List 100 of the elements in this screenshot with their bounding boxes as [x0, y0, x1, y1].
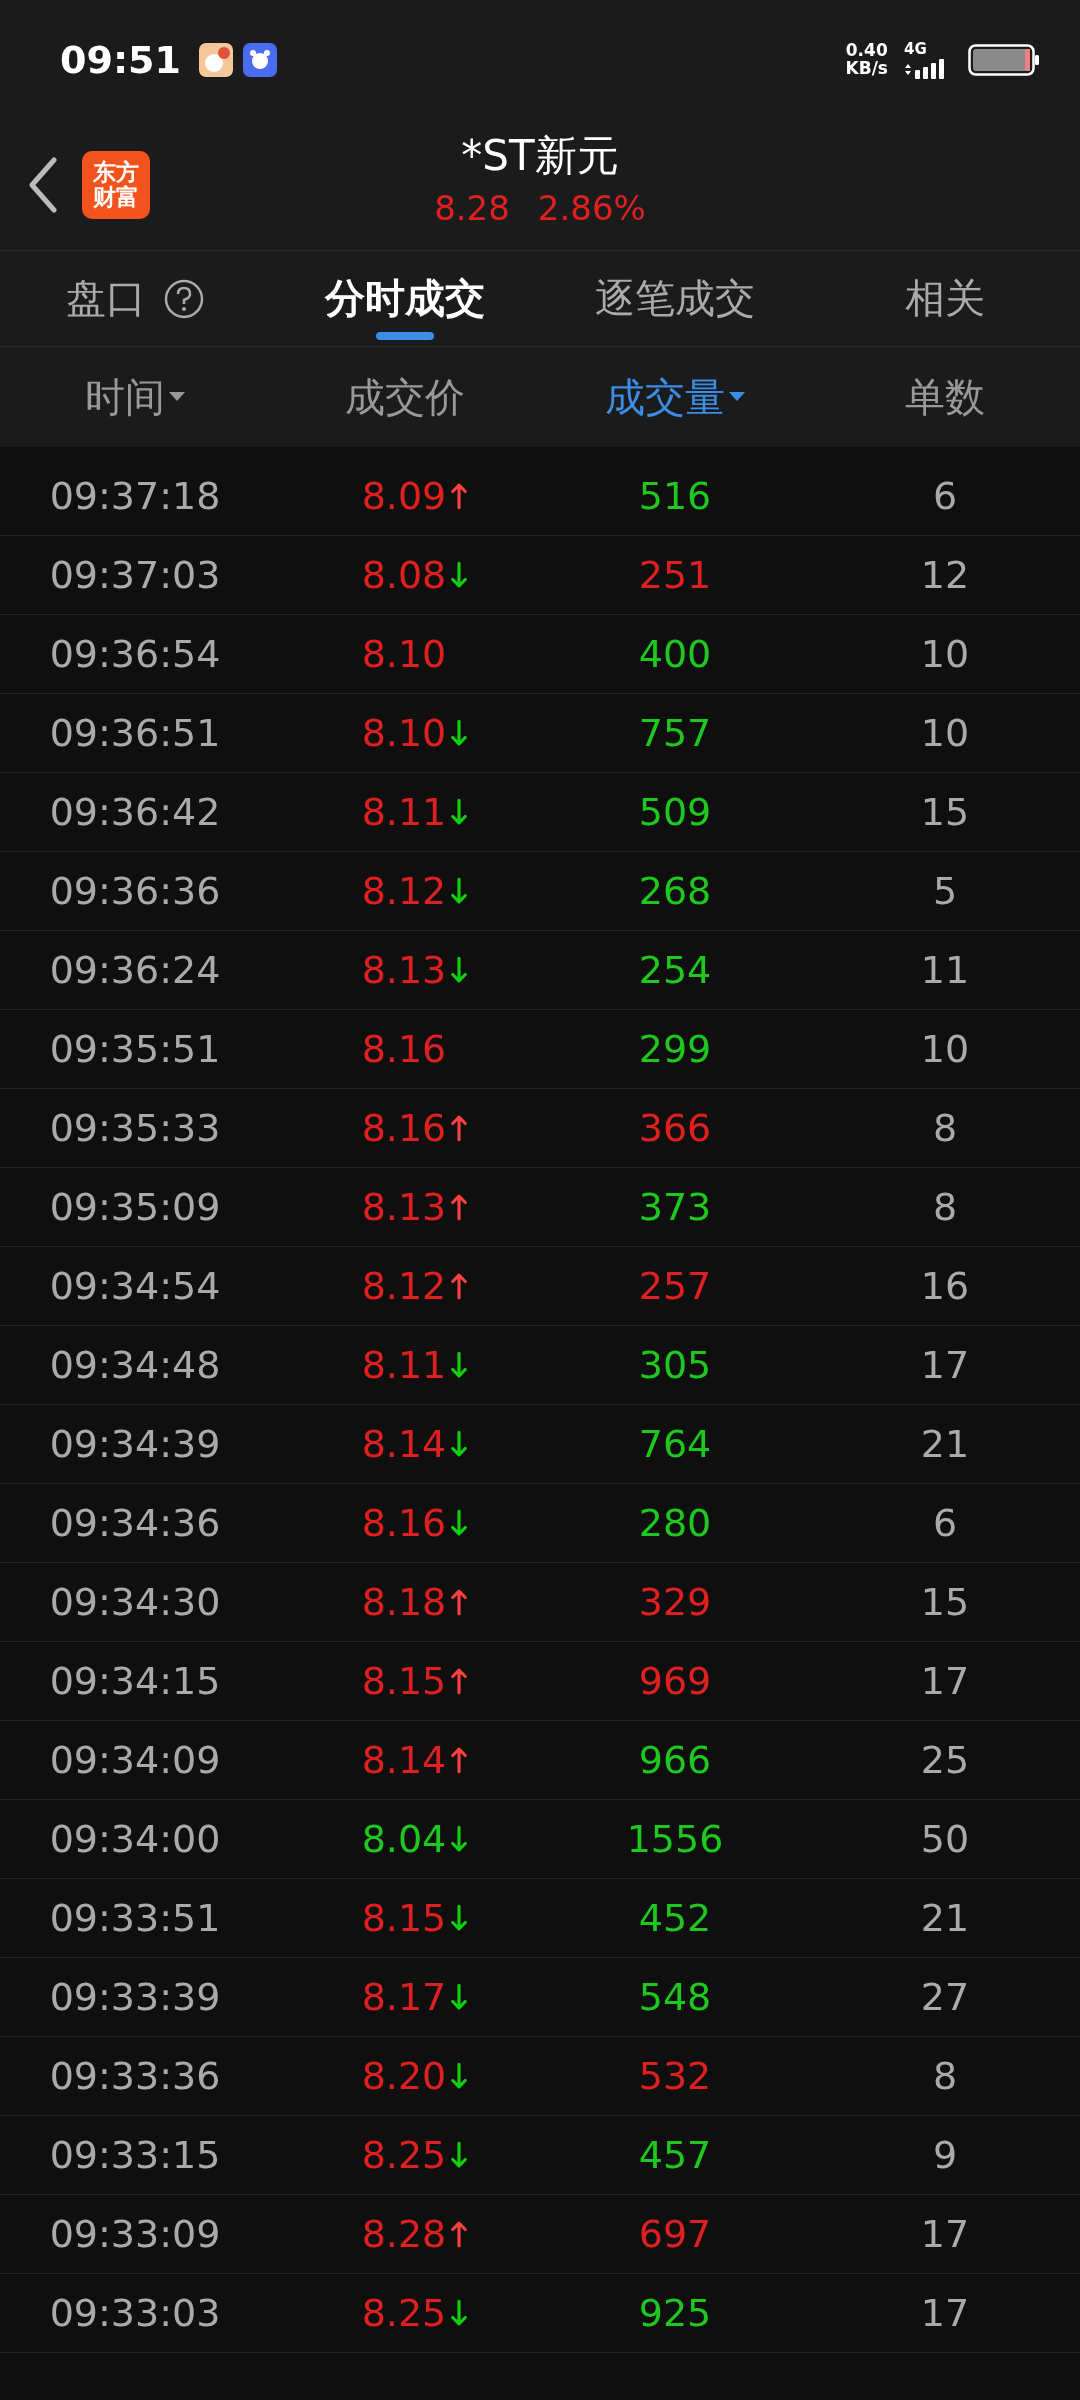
volume-cell: 966 — [638, 1738, 712, 1782]
count-cell: 15 — [920, 1580, 970, 1624]
volume-cell: 516 — [638, 474, 712, 518]
back-icon[interactable] — [28, 157, 58, 213]
count-cell: 15 — [920, 790, 970, 834]
volume-cell: 969 — [638, 1659, 712, 1703]
volume-cell: 548 — [638, 1975, 712, 2019]
stock-change: 2.86% — [537, 188, 646, 228]
time-cell: 09:34:54 — [49, 1264, 221, 1308]
price-cell: 8.16 — [361, 1106, 447, 1150]
price-cell: 8.10 — [361, 632, 447, 676]
count-cell: 9 — [932, 2133, 958, 2177]
volume-cell: 764 — [638, 1422, 712, 1466]
time-cell: 09:33:51 — [49, 1896, 221, 1940]
time-cell: 09:36:51 — [49, 711, 221, 755]
time-cell: 09:34:15 — [49, 1659, 221, 1703]
column-header[interactable]: 时间 — [85, 369, 165, 425]
network-type: 4G — [904, 40, 927, 58]
volume-cell: 1556 — [626, 1817, 724, 1861]
column-header[interactable]: 成交量 — [605, 369, 725, 425]
count-cell: 16 — [920, 1264, 970, 1308]
count-cell: 17 — [920, 1343, 970, 1387]
column-header[interactable]: 单数 — [905, 369, 985, 425]
help-icon[interactable] — [164, 278, 204, 319]
volume-cell: 373 — [638, 1185, 712, 1229]
volume-cell: 366 — [638, 1106, 712, 1150]
time-cell: 09:34:00 — [49, 1817, 221, 1861]
tab[interactable]: 逐笔成交 — [595, 271, 755, 326]
count-cell: 10 — [920, 632, 970, 676]
time-cell: 09:34:30 — [49, 1580, 221, 1624]
count-cell: 10 — [920, 711, 970, 755]
sort-caret-icon[interactable] — [169, 392, 185, 402]
price-cell: 8.20 — [361, 2054, 447, 2098]
time-cell: 09:34:39 — [49, 1422, 221, 1466]
count-cell: 17 — [920, 2212, 970, 2256]
volume-cell: 280 — [638, 1501, 712, 1545]
count-cell: 8 — [932, 2054, 958, 2098]
price-cell: 8.11 — [361, 790, 447, 834]
price-cell: 8.09 — [361, 474, 447, 518]
time-cell: 09:33:36 — [49, 2054, 221, 2098]
price-cell: 8.25 — [361, 2133, 447, 2177]
price-cell: 8.15 — [361, 1896, 447, 1940]
price-cell: 8.13 — [361, 948, 447, 992]
volume-cell: 305 — [638, 1343, 712, 1387]
price-cell: 8.25 — [361, 2291, 447, 2335]
time-cell: 09:35:51 — [49, 1027, 221, 1071]
count-cell: 11 — [920, 948, 970, 992]
volume-cell: 251 — [638, 553, 712, 597]
price-cell: 8.15 — [361, 1659, 447, 1703]
count-cell: 6 — [932, 1501, 958, 1545]
status-time: 09:51 — [60, 38, 181, 82]
count-cell: 50 — [920, 1817, 970, 1861]
volume-cell: 268 — [638, 869, 712, 913]
count-cell: 27 — [920, 1975, 970, 2019]
count-cell: 25 — [920, 1738, 970, 1782]
tab[interactable]: 盘口 — [66, 271, 146, 326]
price-cell: 8.13 — [361, 1185, 447, 1229]
volume-cell: 329 — [638, 1580, 712, 1624]
volume-cell: 457 — [638, 2133, 712, 2177]
volume-cell: 254 — [638, 948, 712, 992]
price-cell: 8.04 — [361, 1817, 447, 1861]
net-unit: KB/s — [845, 60, 888, 78]
time-cell: 09:34:48 — [49, 1343, 221, 1387]
sort-caret-icon[interactable] — [729, 392, 745, 402]
time-cell: 09:33:39 — [49, 1975, 221, 2019]
time-cell: 09:35:09 — [49, 1185, 221, 1229]
price-cell: 8.10 — [361, 711, 447, 755]
time-cell: 09:36:24 — [49, 948, 221, 992]
volume-cell: 697 — [638, 2212, 712, 2256]
app-logo: 东方 财富 — [82, 151, 150, 219]
time-cell: 09:35:33 — [49, 1106, 221, 1150]
price-cell: 8.14 — [361, 1422, 447, 1466]
price-cell: 8.16 — [361, 1501, 447, 1545]
count-cell: 8 — [932, 1185, 958, 1229]
count-cell: 10 — [920, 1027, 970, 1071]
net-speed: 0.40 — [845, 42, 888, 60]
time-cell: 09:34:36 — [49, 1501, 221, 1545]
time-cell: 09:34:09 — [49, 1738, 221, 1782]
column-header[interactable]: 成交价 — [345, 369, 465, 425]
price-cell: 8.16 — [361, 1027, 447, 1071]
volume-cell: 452 — [638, 1896, 712, 1940]
price-cell: 8.14 — [361, 1738, 447, 1782]
time-cell: 09:36:54 — [49, 632, 221, 676]
app-icon — [198, 43, 233, 77]
volume-cell: 400 — [638, 632, 712, 676]
time-cell: 09:37:03 — [49, 553, 221, 597]
count-cell: 5 — [932, 869, 958, 913]
price-cell: 8.28 — [361, 2212, 447, 2256]
count-cell: 6 — [932, 474, 958, 518]
tab[interactable]: 相关 — [905, 271, 985, 326]
time-cell: 09:33:15 — [49, 2133, 221, 2177]
count-cell: 21 — [920, 1422, 970, 1466]
volume-cell: 532 — [638, 2054, 712, 2098]
tab[interactable]: 分时成交 — [325, 271, 485, 326]
count-cell: 21 — [920, 1896, 970, 1940]
time-cell: 09:33:09 — [49, 2212, 221, 2256]
battery-icon — [968, 44, 1040, 76]
volume-cell: 509 — [638, 790, 712, 834]
count-cell: 17 — [920, 2291, 970, 2335]
time-cell: 09:37:18 — [49, 474, 221, 518]
